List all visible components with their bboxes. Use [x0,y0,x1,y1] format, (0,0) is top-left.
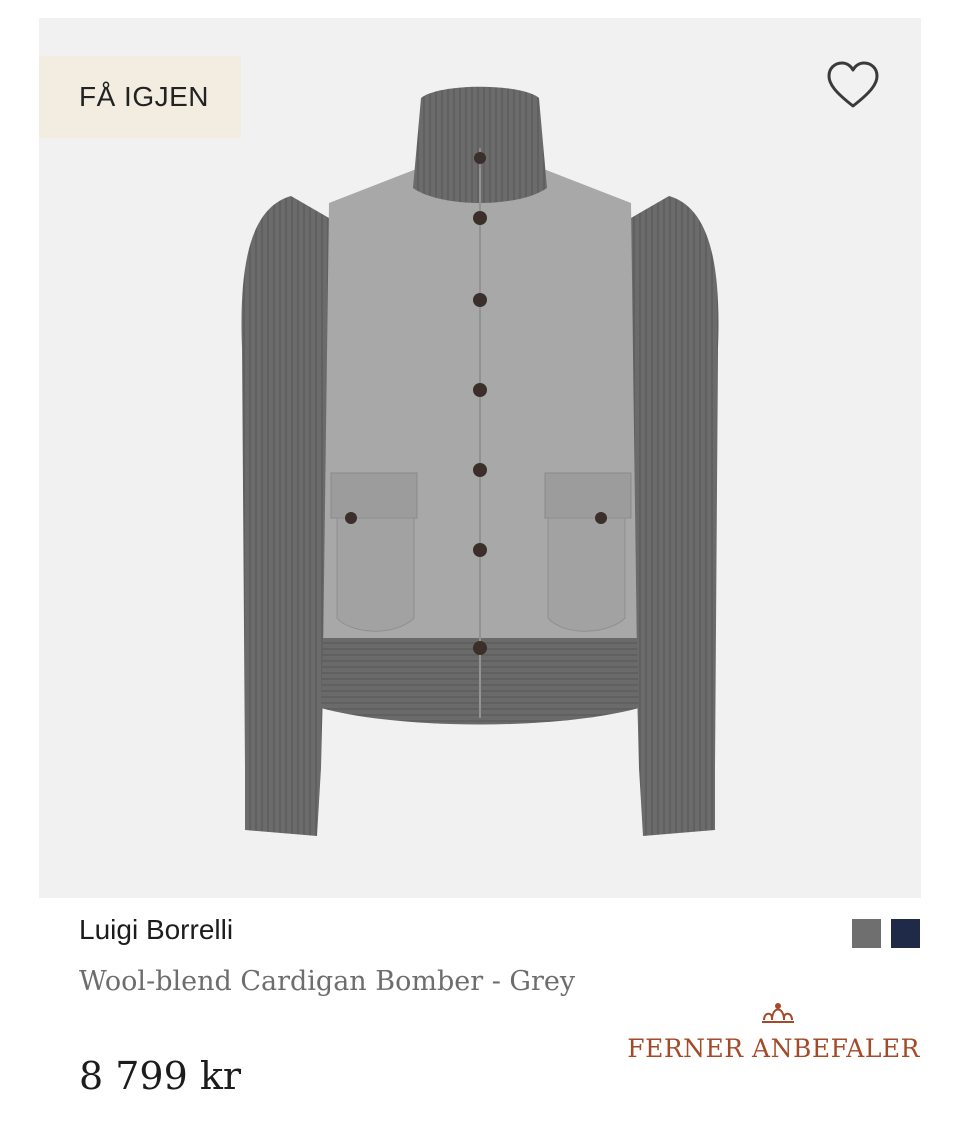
ferner-recommends-badge: FERNER ANBEFALER [620,1000,920,1063]
swatch-grey[interactable] [852,919,881,948]
product-brand[interactable]: Luigi Borrelli [79,914,233,946]
product-title[interactable]: Wool-blend Cardigan Bomber - Grey [79,966,575,997]
ferner-label: FERNER ANBEFALER [627,1034,920,1063]
crown-ornament-icon [762,1003,794,1023]
color-swatches [852,919,920,948]
badge-label: FÅ IGJEN [79,81,210,112]
product-price: 8 799 kr [79,1054,242,1098]
wishlist-button[interactable] [825,58,881,114]
product-image[interactable]: FÅ IGJEN [39,18,921,898]
back-in-stock-badge: FÅ IGJEN [39,56,241,138]
swatch-navy[interactable] [891,919,920,948]
heart-outline-icon [827,61,879,108]
jacket-illustration [241,86,719,836]
